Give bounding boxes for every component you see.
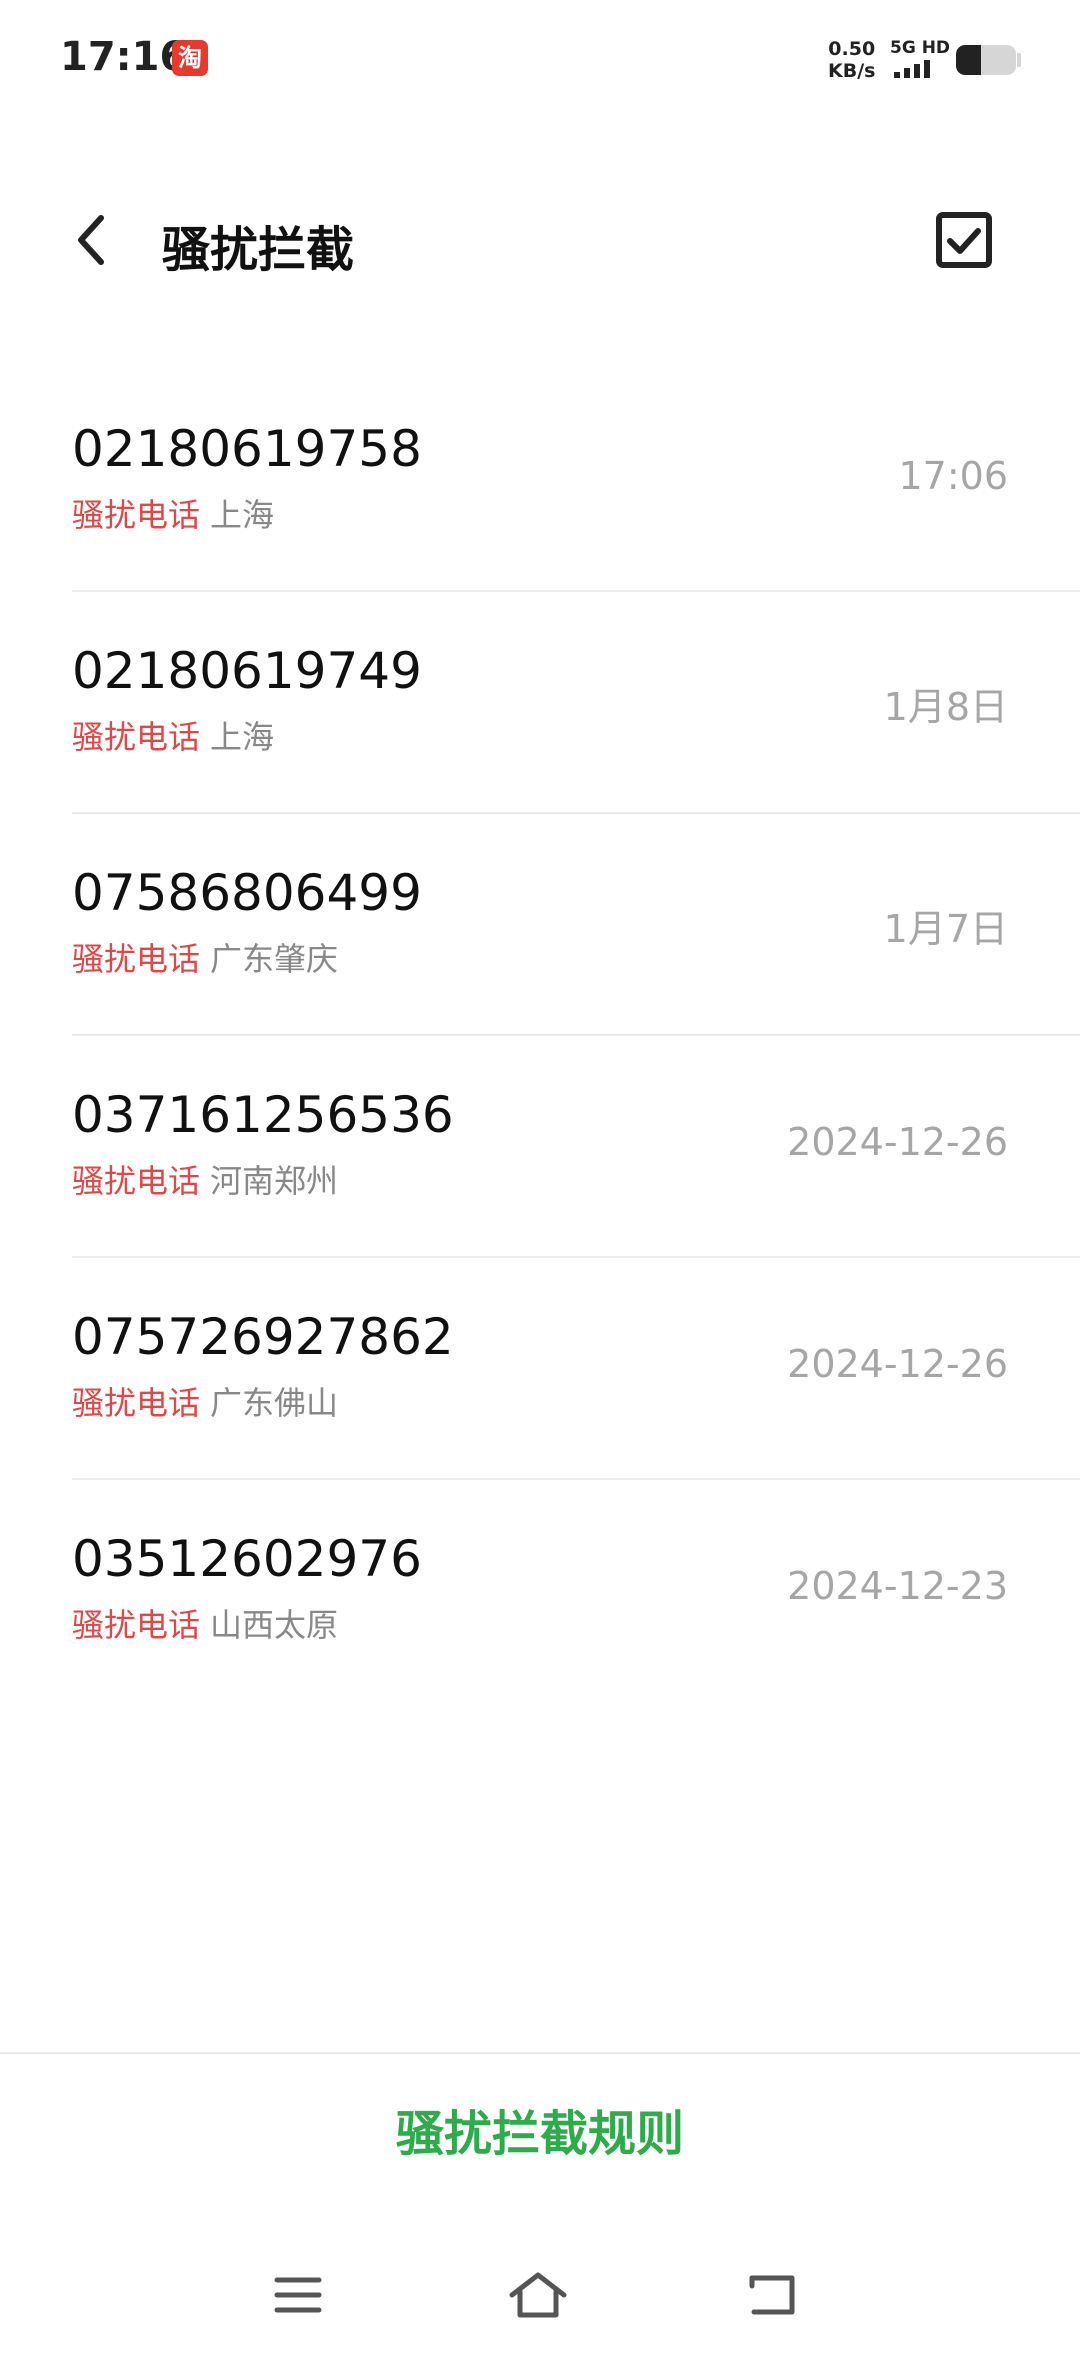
call-info: 骚扰电话 山西太原 bbox=[72, 1600, 338, 1646]
signal-icon bbox=[894, 60, 930, 78]
menu-icon bbox=[274, 2277, 322, 2313]
taobao-app-icon: 淘 bbox=[172, 40, 208, 76]
call-location: 广东肇庆 bbox=[210, 940, 339, 978]
call-number: 02180619758 bbox=[72, 420, 422, 478]
app-header: 骚扰拦截 bbox=[0, 180, 1080, 300]
back-arrow-icon bbox=[78, 215, 104, 265]
call-location: 上海 bbox=[210, 496, 275, 534]
call-number: 07586806499 bbox=[72, 864, 422, 922]
call-tag: 骚扰电话 bbox=[72, 940, 201, 978]
call-number: 075726927862 bbox=[72, 1308, 454, 1366]
home-icon bbox=[509, 2272, 567, 2318]
select-button[interactable] bbox=[928, 204, 1000, 276]
call-number: 02180619749 bbox=[72, 642, 422, 700]
blocked-call-list: 02180619758 骚扰电话 上海 17:06 02180619749 骚扰电… bbox=[72, 370, 1080, 1700]
call-location: 广东佛山 bbox=[210, 1384, 339, 1422]
back-button[interactable] bbox=[60, 204, 120, 276]
divider bbox=[0, 2052, 1080, 2054]
call-info: 骚扰电话 上海 bbox=[72, 712, 274, 758]
status-time: 17:16 bbox=[60, 34, 188, 80]
battery-tip bbox=[1017, 53, 1021, 67]
nav-menu-button[interactable] bbox=[258, 2260, 338, 2330]
call-date: 2024-12-26 bbox=[787, 1342, 1008, 1386]
call-date: 1月7日 bbox=[883, 907, 1008, 951]
list-item[interactable]: 075726927862 骚扰电话 广东佛山 2024-12-26 bbox=[72, 1258, 1080, 1480]
call-info: 骚扰电话 河南郑州 bbox=[72, 1156, 338, 1202]
battery-icon bbox=[956, 45, 1016, 75]
page-title: 骚扰拦截 bbox=[162, 222, 355, 278]
call-date: 2024-12-26 bbox=[787, 1120, 1008, 1164]
block-rules-button[interactable]: 骚扰拦截规则 bbox=[0, 2094, 1080, 2164]
call-location: 山西太原 bbox=[210, 1606, 339, 1644]
network-speed: 0.50 KB/s bbox=[828, 38, 875, 82]
battery-level bbox=[956, 45, 982, 75]
call-number: 037161256536 bbox=[72, 1086, 454, 1144]
call-tag: 骚扰电话 bbox=[72, 1384, 201, 1422]
call-number: 03512602976 bbox=[72, 1530, 422, 1588]
list-item[interactable]: 07586806499 骚扰电话 广东肇庆 1月7日 bbox=[72, 814, 1080, 1036]
call-info: 骚扰电话 广东佛山 bbox=[72, 1378, 338, 1424]
call-date: 17:06 bbox=[898, 454, 1008, 498]
call-tag: 骚扰电话 bbox=[72, 1606, 201, 1644]
nav-back-button[interactable] bbox=[732, 2260, 812, 2330]
back-icon bbox=[749, 2275, 795, 2315]
call-location: 上海 bbox=[210, 718, 275, 756]
nav-home-button[interactable] bbox=[498, 2260, 578, 2330]
network-speed-unit: KB/s bbox=[828, 60, 876, 82]
call-date: 1月8日 bbox=[883, 685, 1008, 729]
status-bar: 17:16 淘 0.50 KB/s 5G HD bbox=[0, 0, 1080, 120]
navigation-bar bbox=[0, 2250, 1080, 2340]
call-tag: 骚扰电话 bbox=[72, 1162, 201, 1200]
list-item[interactable]: 02180619758 骚扰电话 上海 17:06 bbox=[72, 370, 1080, 592]
checkbox-icon bbox=[936, 212, 992, 268]
call-location: 河南郑州 bbox=[210, 1162, 339, 1200]
call-tag: 骚扰电话 bbox=[72, 496, 201, 534]
call-tag: 骚扰电话 bbox=[72, 718, 201, 756]
call-date: 2024-12-23 bbox=[787, 1564, 1008, 1608]
list-item[interactable]: 037161256536 骚扰电话 河南郑州 2024-12-26 bbox=[72, 1036, 1080, 1258]
call-info: 骚扰电话 广东肇庆 bbox=[72, 934, 338, 980]
network-type: 5G HD bbox=[890, 38, 951, 58]
list-item[interactable]: 02180619749 骚扰电话 上海 1月8日 bbox=[72, 592, 1080, 814]
call-info: 骚扰电话 上海 bbox=[72, 490, 274, 536]
list-item[interactable]: 03512602976 骚扰电话 山西太原 2024-12-23 bbox=[72, 1480, 1080, 1700]
network-speed-value: 0.50 bbox=[828, 38, 876, 60]
